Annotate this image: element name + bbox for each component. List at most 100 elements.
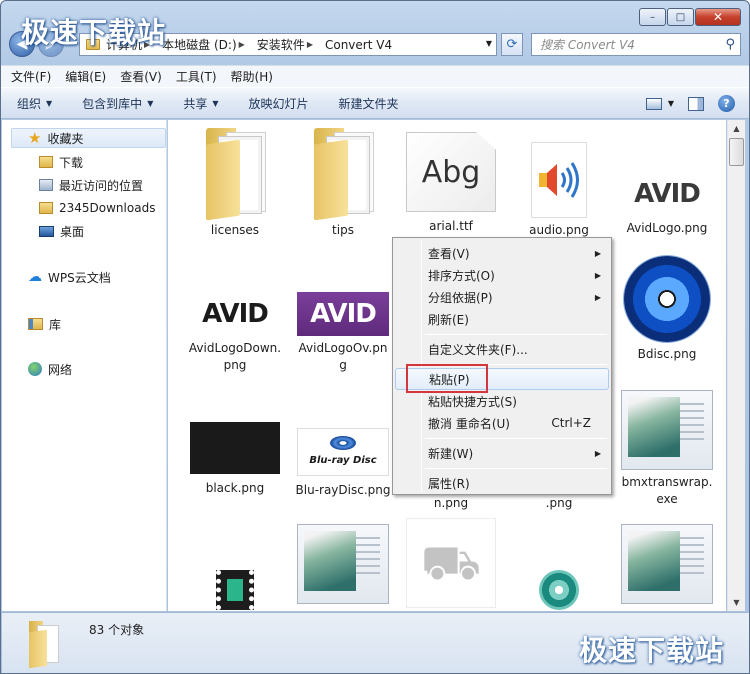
- sidebar-item-2345downloads[interactable]: 2345Downloads: [39, 198, 155, 218]
- sidebar-item-wps-cloud[interactable]: ☁ WPS云文档: [28, 267, 111, 287]
- library-icon: [28, 318, 43, 330]
- logo-text: AVID: [310, 298, 377, 329]
- scroll-down-icon[interactable]: ▼: [728, 594, 745, 611]
- breadcrumb-folder[interactable]: 安装软件 ▶: [257, 36, 319, 53]
- view-options-icon[interactable]: [645, 97, 662, 110]
- file-item-bluray[interactable]: Blu-ray Disc Blu-rayDisc.png: [293, 428, 393, 499]
- organize-button[interactable]: 组织 ▼: [17, 95, 52, 112]
- shortcut-label: Ctrl+Z: [551, 416, 591, 430]
- file-item-licenses[interactable]: licenses: [185, 126, 285, 239]
- breadcrumb-label: 本地磁盘 (D:): [162, 38, 237, 52]
- sidebar-item-label: 最近访问的位置: [59, 178, 144, 193]
- scroll-up-icon[interactable]: ▲: [728, 120, 745, 137]
- explorer-window: – □ ✕ ◀ ▶ 计算机 ▶ 本地磁盘 (D:) ▶ 安装软件 ▶ Convert …: [0, 0, 750, 674]
- chevron-down-icon[interactable]: ▼: [668, 99, 674, 108]
- menu-edit[interactable]: 编辑(E): [65, 68, 106, 85]
- menu-item-paste-shortcut[interactable]: 粘贴快捷方式(S): [395, 390, 609, 412]
- button-label: 组织: [17, 96, 42, 111]
- file-item-cd[interactable]: [509, 570, 609, 611]
- minimize-button[interactable]: –: [639, 8, 666, 26]
- file-name: n.png: [433, 496, 469, 510]
- menu-item-refresh[interactable]: 刷新(E): [395, 308, 609, 330]
- file-item-window-image-2[interactable]: [617, 524, 717, 608]
- menu-separator: [425, 438, 607, 439]
- logo-text: AVID: [634, 178, 701, 209]
- submenu-arrow-icon: ▶: [594, 248, 601, 258]
- file-item-avidlogodown[interactable]: AVID AvidLogoDown.png: [185, 292, 285, 374]
- navigation-pane: ★ 收藏夹 下载 最近访问的位置 2345Downloads 桌面 ☁ WPS云文档…: [2, 120, 167, 611]
- file-item-bmxtranswrap[interactable]: bmxtranswrap.exe: [617, 390, 717, 508]
- file-item-hidden-2[interactable]: .png: [509, 495, 609, 512]
- file-item-black[interactable]: black.png: [185, 422, 285, 497]
- sidebar-item-library[interactable]: 库: [28, 314, 61, 334]
- file-name: Blu-rayDisc.png: [295, 483, 391, 497]
- vertical-scrollbar[interactable]: ▲ ▼: [727, 120, 745, 611]
- network-icon: [28, 362, 42, 376]
- folder-icon: [29, 621, 61, 669]
- help-icon[interactable]: ?: [718, 95, 735, 112]
- menu-item-new[interactable]: 新建(W) ▶: [395, 442, 609, 464]
- file-item-audio[interactable]: audio.png: [509, 142, 609, 239]
- menu-item-label: 排序方式(O): [428, 268, 495, 283]
- avid-logo-icon: AVID: [297, 292, 389, 336]
- file-item-tips[interactable]: tips: [293, 126, 393, 239]
- file-name: Bdisc.png: [637, 347, 697, 361]
- file-item-avidlogoov[interactable]: AVID AvidLogoOv.png: [293, 292, 393, 374]
- share-button[interactable]: 共享 ▼: [183, 95, 218, 112]
- application-window-icon: [621, 524, 713, 604]
- menu-help[interactable]: 帮助(H): [231, 68, 273, 85]
- file-item-bdisc[interactable]: Bdisc.png: [617, 256, 717, 363]
- search-input[interactable]: 搜索 Convert V4 ⚲: [531, 33, 741, 56]
- font-file-icon: Abg: [406, 132, 496, 212]
- sidebar-item-network[interactable]: 网络: [28, 359, 72, 379]
- chevron-down-icon[interactable]: ▼: [486, 39, 492, 48]
- breadcrumb-label: 安装软件: [256, 38, 305, 52]
- file-name: .png: [545, 496, 573, 510]
- chevron-right-icon[interactable]: ▶: [307, 40, 313, 49]
- film-strip-icon: [216, 570, 254, 610]
- button-label: 包含到库中: [82, 96, 143, 111]
- sidebar-item-desktop[interactable]: 桌面: [39, 221, 84, 241]
- slideshow-button[interactable]: 放映幻灯片: [249, 95, 309, 112]
- maximize-button[interactable]: □: [667, 8, 694, 26]
- breadcrumb-current[interactable]: Convert V4: [325, 38, 392, 52]
- menu-item-sort[interactable]: 排序方式(O) ▶: [395, 264, 609, 286]
- close-button[interactable]: ✕: [695, 8, 741, 26]
- sidebar-item-downloads[interactable]: 下载: [39, 152, 83, 172]
- file-item-video[interactable]: [185, 570, 285, 611]
- include-in-library-button[interactable]: 包含到库中 ▼: [82, 95, 153, 112]
- menu-item-view[interactable]: 查看(V) ▶: [395, 242, 609, 264]
- sidebar-item-favorites[interactable]: ★ 收藏夹: [11, 128, 166, 148]
- preview-pane-icon[interactable]: [688, 96, 704, 111]
- menu-item-customize[interactable]: 自定义文件夹(F)...: [395, 338, 609, 360]
- menu-item-label: 分组依据(P): [428, 290, 493, 305]
- breadcrumb-drive[interactable]: 本地磁盘 (D:) ▶: [162, 36, 251, 53]
- file-name: arial.ttf: [429, 219, 473, 233]
- file-item-avidlogo[interactable]: AVID AvidLogo.png: [617, 172, 717, 237]
- file-item-window-image[interactable]: [293, 524, 393, 608]
- menu-view[interactable]: 查看(V): [120, 68, 162, 85]
- file-item-truck[interactable]: ⛟: [401, 518, 501, 611]
- search-icon[interactable]: ⚲: [725, 37, 735, 52]
- chevron-right-icon[interactable]: ▶: [239, 40, 245, 49]
- file-item-arial[interactable]: Abg arial.ttf: [401, 132, 501, 235]
- avid-logo-icon: AVID: [189, 292, 281, 336]
- file-name: AvidLogoDown.png: [188, 341, 282, 372]
- menu-item-properties[interactable]: 属性(R): [395, 472, 609, 494]
- menu-item-group[interactable]: 分组依据(P) ▶: [395, 286, 609, 308]
- sidebar-item-label: 网络: [48, 362, 73, 377]
- refresh-button[interactable]: ⟳: [501, 33, 523, 56]
- menu-item-undo-rename[interactable]: 撤消 重命名(U) Ctrl+Z: [395, 412, 609, 434]
- sidebar-item-label: 桌面: [60, 224, 85, 239]
- menu-file[interactable]: 文件(F): [11, 68, 51, 85]
- file-name: tips: [332, 223, 354, 237]
- cd-icon: [539, 570, 579, 610]
- menu-bar: 文件(F) 编辑(E) 查看(V) 工具(T) 帮助(H): [1, 65, 749, 87]
- file-item-hidden-1[interactable]: n.png: [401, 495, 501, 512]
- scroll-thumb[interactable]: [729, 138, 744, 166]
- menu-tools[interactable]: 工具(T): [176, 68, 217, 85]
- new-folder-button[interactable]: 新建文件夹: [339, 95, 399, 112]
- cloud-icon: ☁: [28, 269, 42, 285]
- breadcrumb-label: Convert V4: [324, 37, 393, 52]
- sidebar-item-recent[interactable]: 最近访问的位置: [39, 175, 143, 195]
